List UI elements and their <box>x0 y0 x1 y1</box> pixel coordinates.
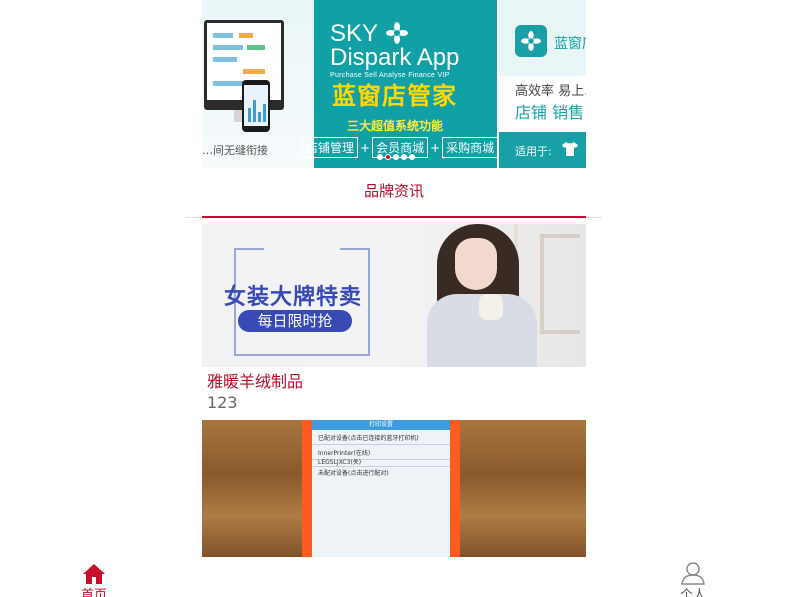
decor-rack <box>540 234 580 334</box>
flower-logo-icon <box>386 22 409 44</box>
tab-home[interactable]: 首页 <box>69 563 119 597</box>
feature-purchase-mall: 采购商城 <box>442 137 499 158</box>
suitable-for-label: 适用于: <box>515 145 552 158</box>
store-sales-text: 店铺 销售… <box>515 103 586 122</box>
carousel-indicator[interactable] <box>377 154 415 160</box>
phone-screen: 打印设置 已配对设备(点击已连接的蓝牙打印机) InnerPrinter(在线)… <box>312 420 450 557</box>
sky-dispark-logo: SKY Dispark App Purchase Sell Analyse Fi… <box>330 20 520 80</box>
carousel-dot-active[interactable] <box>385 154 391 160</box>
app-name: 蓝窗店… <box>554 36 586 52</box>
phone-screen-line: LEGSLJXC3(关) <box>318 459 362 466</box>
article-summary: 123 <box>207 393 238 412</box>
feature-store-management: 店铺管理 <box>302 137 359 158</box>
app-title-2: Dispark App <box>330 44 460 71</box>
model-photo <box>427 224 537 367</box>
brand-name-cn: 蓝窗店管家 <box>332 82 457 110</box>
article-image-printer-settings[interactable]: 打印设置 已配对设备(点击已连接的蓝牙打印机) InnerPrinter(在线)… <box>202 420 586 557</box>
user-icon <box>681 562 705 585</box>
carousel-dot[interactable] <box>393 154 399 160</box>
app-logo-icon <box>515 25 547 57</box>
phone-screen-line: 未配对设备(点击进行配对) <box>318 470 389 477</box>
tab-profile[interactable]: 个人 <box>668 561 718 597</box>
feature-heading: 三大超值系统功能 <box>347 119 444 133</box>
section-title-brand-news[interactable]: 品牌资讯 <box>186 180 602 201</box>
banner-device-illustration: …间无缝衔接 <box>202 0 314 168</box>
banner-carousel[interactable]: …间无缝衔接 SKY Dispark App Purchase Sell Ana… <box>202 0 586 168</box>
home-icon <box>83 564 105 584</box>
efficiency-text: 高效率 易上… <box>515 84 586 99</box>
article-image-womens-sale[interactable]: 女装大牌特卖 每日限时抢 <box>202 224 586 367</box>
tab-profile-label: 个人 <box>679 588 706 597</box>
banner-tagline: …间无缝衔接 <box>202 144 268 157</box>
article-title[interactable]: 雅暖羊绒制品 <box>207 368 303 392</box>
phone-screen-line: 已配对设备(点击已连接的蓝牙打印机) <box>318 435 419 442</box>
banner-slide-lanchuang[interactable]: 蓝窗店… 高效率 易上… 店铺 销售… 适用于: <box>499 0 586 168</box>
promo-pill: 每日限时抢 <box>238 310 352 332</box>
phone-screen-line: InnerPrinter(在线) <box>318 450 371 457</box>
section-title-underline <box>202 216 586 218</box>
carousel-dot[interactable] <box>401 154 407 160</box>
app-title: SKY <box>330 20 378 47</box>
banner-slide-sky-dispark[interactable]: …间无缝衔接 SKY Dispark App Purchase Sell Ana… <box>202 0 499 168</box>
phone-photo: 打印设置 已配对设备(点击已连接的蓝牙打印机) InnerPrinter(在线)… <box>302 420 460 557</box>
carousel-dot[interactable] <box>409 154 415 160</box>
tab-home-label: 首页 <box>80 588 107 597</box>
tshirt-icon <box>562 142 578 156</box>
phone-screen-header: 打印设置 <box>368 421 393 428</box>
phone-illustration <box>242 80 270 132</box>
plus-icon: + <box>360 140 371 155</box>
carousel-dot[interactable] <box>377 154 383 160</box>
plus-icon: + <box>430 140 441 155</box>
promo-headline: 女装大牌特卖 <box>224 285 363 310</box>
